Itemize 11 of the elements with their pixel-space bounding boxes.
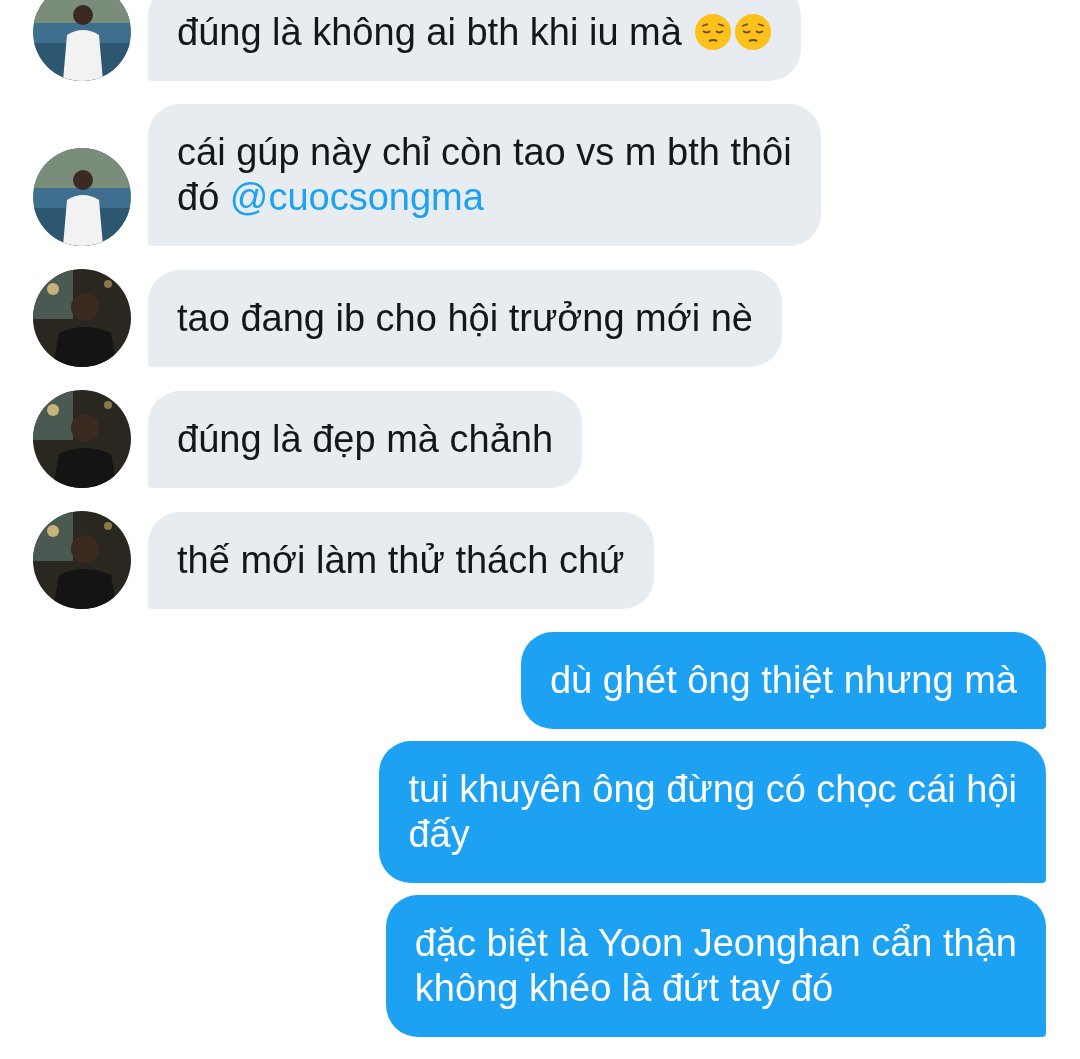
message-text: dù ghét ông thiệt nhưng mà: [550, 658, 1017, 703]
message-text: thế mới làm thử thách chứ: [177, 538, 625, 583]
message-text: tui khuyên ông đừng có chọc cái hội đấy: [408, 767, 1017, 857]
mention-link[interactable]: @cuocsongma: [229, 176, 484, 218]
pensive-face-icon: [734, 13, 773, 51]
message-text: cái gúp này chỉ còn tao vs m bth thôi đó @cuocsongma: [177, 130, 792, 220]
message-text: đúng là đẹp mà chảnh: [177, 417, 554, 462]
message-text: đúng là không ai bth khi iu mà: [177, 10, 773, 55]
pensive-face-icon: [694, 13, 733, 51]
message-text: tao đang ib cho hội trưởng mới nè: [177, 296, 753, 341]
message-text: đặc biệt là Yoon Jeonghan cẩn thận không khéo là đứt tay đó: [414, 921, 1017, 1011]
